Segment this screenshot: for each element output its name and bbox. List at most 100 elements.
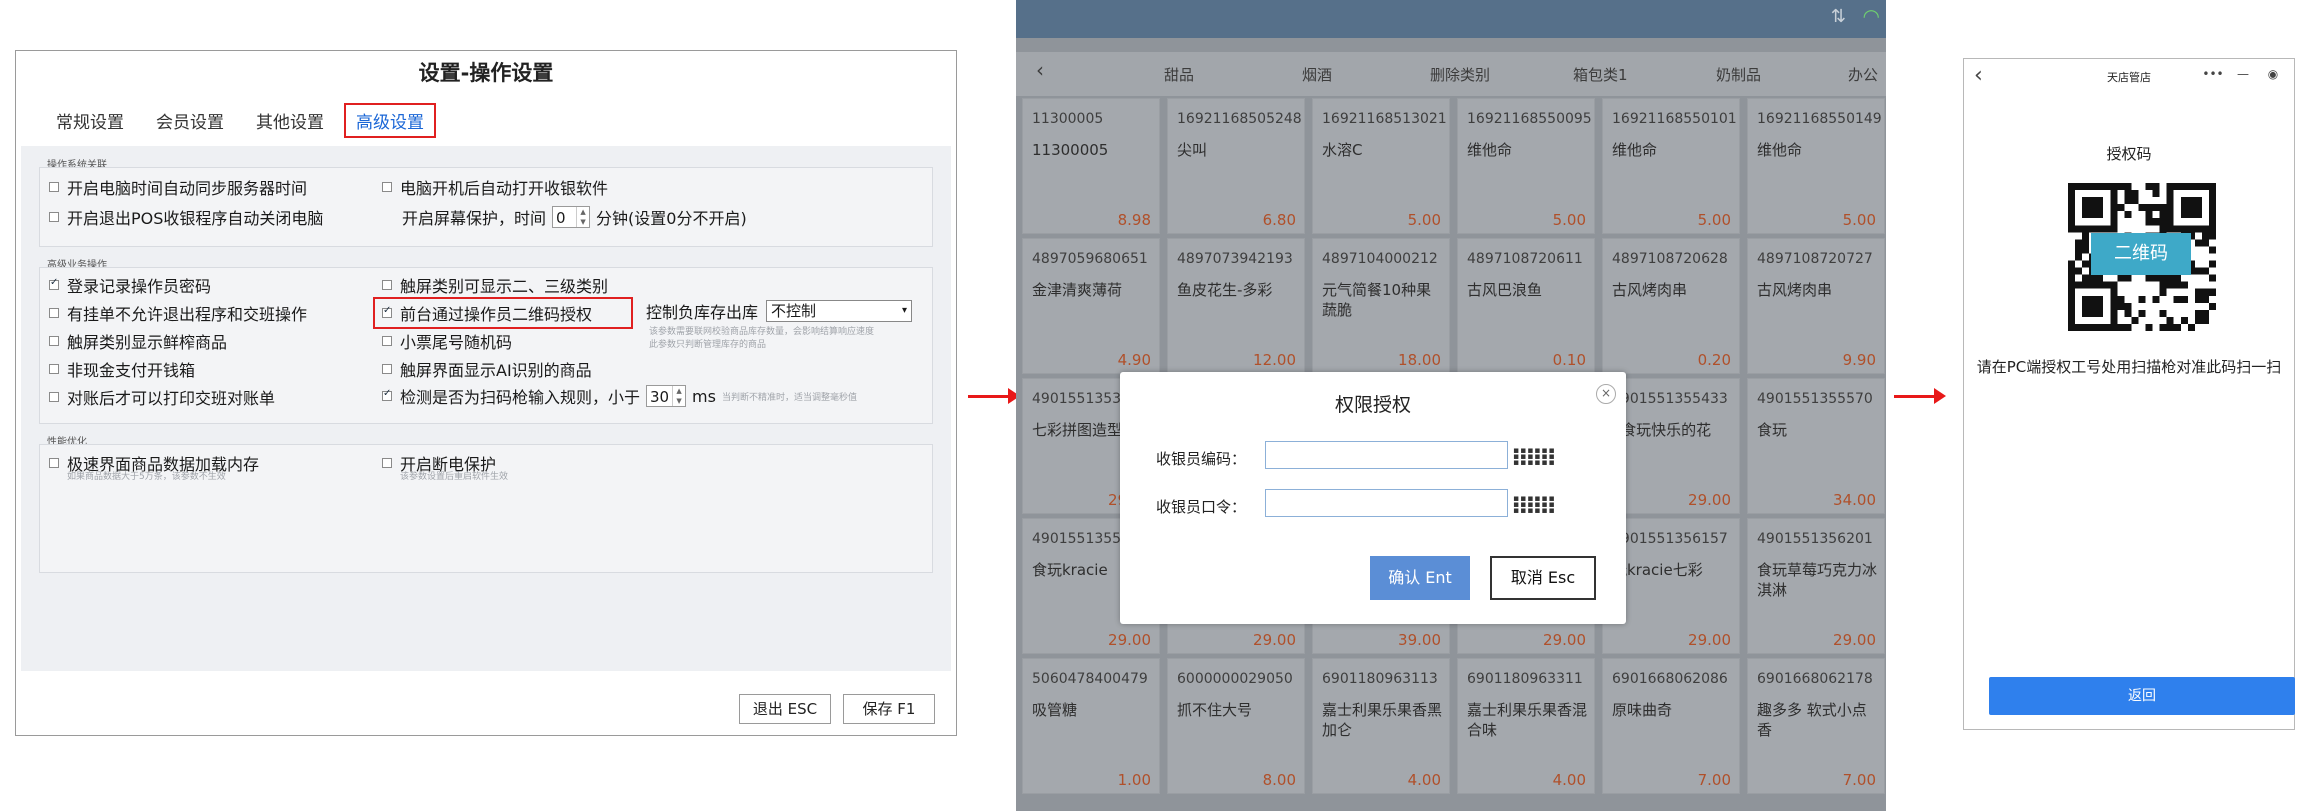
product-card[interactable]: 6901180963311 嘉士利果乐果香混合味 4.00	[1457, 658, 1595, 794]
exit-button[interactable]: 退出 ESC	[739, 694, 831, 724]
option-touch-category[interactable]: 触屏类别可显示二、三级类别	[382, 273, 608, 297]
option-print-reconcile[interactable]: 对账后才可以打印交班对账单	[49, 385, 275, 409]
settings-body: 操作系统关联 开启电脑时间自动同步服务器时间 电脑开机后自动打开收银软件 开启退…	[21, 146, 951, 671]
scanner-hint: 当判断不精准时，适当调整毫秒值	[721, 392, 857, 403]
option-qr-auth[interactable]: 前台通过操作员二维码授权	[382, 301, 592, 325]
product-price: 4.00	[1407, 771, 1441, 789]
checkbox-checked-icon[interactable]	[382, 305, 392, 318]
option-label: 触屏类别显示鲜榨商品	[67, 333, 228, 352]
fast-load-hint: 如果商品数据大于5万条，该参数不生效	[67, 472, 226, 482]
product-price: 9.90	[1842, 351, 1876, 369]
product-price: 5.00	[1697, 211, 1731, 229]
keyboard-icon[interactable]: ▪▪▪▪▪▪ ▪▪▪▪▪▪ ▪▪▪▪▪▪	[1513, 447, 1555, 468]
product-card[interactable]: 5060478400479 吸管糖 1.00	[1022, 658, 1160, 794]
product-card[interactable]: 11300005 11300005 8.98	[1022, 98, 1160, 234]
auth-code-label: 授权码	[2106, 145, 2152, 163]
cancel-button[interactable]: 取消 Esc	[1490, 556, 1596, 600]
category-tab[interactable]: 甜品	[1164, 64, 1194, 85]
option-label: 触屏类别可显示二、三级类别	[400, 277, 609, 296]
close-circle-icon[interactable]: ◉	[2260, 65, 2286, 83]
product-card[interactable]: 16921168513021 水溶C 5.00	[1312, 98, 1450, 234]
product-code: 4901551355433	[1612, 391, 1728, 407]
option-touch-fresh[interactable]: 触屏类别显示鲜榨商品	[49, 329, 227, 353]
cashier-code-input[interactable]	[1265, 441, 1508, 469]
product-card[interactable]: 16921168550095 维他命 5.00	[1457, 98, 1595, 234]
confirm-button[interactable]: 确认 Ent	[1370, 556, 1470, 600]
option-receipt-random[interactable]: 小票尾号随机码	[382, 329, 512, 353]
keyboard-icon[interactable]: ▪▪▪▪▪▪ ▪▪▪▪▪▪ ▪▪▪▪▪▪	[1513, 495, 1555, 516]
option-scanner-rule[interactable]: 检测是否为扫码枪输入规则，小于 30▲▼ ms 当判断不精准时，适当调整毫秒值	[382, 384, 857, 408]
checkbox-icon[interactable]	[382, 336, 392, 346]
tab-other[interactable]: 其他设置	[244, 103, 336, 138]
product-name: 吸管糖	[1032, 701, 1078, 719]
checkbox-icon[interactable]	[382, 364, 392, 374]
product-card[interactable]: 16921168550149 维他命 5.00	[1747, 98, 1885, 234]
product-price: 29.00	[1253, 631, 1296, 649]
save-button[interactable]: 保存 F1	[843, 694, 935, 724]
checkbox-icon[interactable]	[382, 280, 392, 290]
spinner-icon[interactable]: ▲ ▼	[576, 207, 589, 227]
checkbox-icon[interactable]	[382, 458, 392, 468]
option-pending-orders[interactable]: 有挂单不允许退出程序和交班操作	[49, 301, 307, 325]
category-tab[interactable]: 删除类别	[1430, 64, 1490, 85]
minimize-icon[interactable]: —	[2230, 65, 2256, 83]
option-shutdown-on-exit[interactable]: 开启退出POS收银程序自动关闭电脑	[49, 205, 323, 229]
category-tab[interactable]: 箱包类1	[1573, 64, 1628, 85]
tab-advanced[interactable]: 高级设置	[344, 103, 436, 138]
product-card[interactable]: 4897108720628 古风烤肉串 0.20	[1602, 238, 1740, 374]
product-price: 29.00	[1543, 631, 1586, 649]
return-button[interactable]: 返回	[1989, 677, 2295, 715]
checkbox-icon[interactable]	[49, 212, 59, 222]
product-name: 趣多多 软式小点 香	[1757, 701, 1867, 739]
product-card[interactable]: 4897073942193 鱼皮花生-多彩 12.00	[1167, 238, 1305, 374]
option-label: 触屏界面显示AI识别的商品	[400, 361, 592, 380]
option-sync-time[interactable]: 开启电脑时间自动同步服务器时间	[49, 175, 307, 199]
more-icon[interactable]: •••	[2200, 65, 2226, 83]
category-tab[interactable]: 奶制品	[1716, 64, 1761, 85]
option-login-password[interactable]: 登录记录操作员密码	[49, 273, 211, 297]
product-name: 维他命	[1612, 141, 1658, 159]
product-code: 4901551353	[1032, 391, 1122, 407]
spinner-icon[interactable]: ▲ ▼	[672, 386, 685, 406]
product-price: 7.00	[1697, 771, 1731, 789]
category-prev-icon[interactable]: ‹	[1036, 58, 1044, 82]
scanner-ms-input[interactable]: 30 ▲ ▼	[646, 385, 687, 407]
checkbox-icon[interactable]	[49, 308, 59, 318]
option-auto-start[interactable]: 电脑开机后自动打开收银软件	[382, 175, 608, 199]
checkbox-icon[interactable]	[49, 392, 59, 402]
product-card[interactable]: 4897104000212 元气简餐10种果蔬脆 18.00	[1312, 238, 1450, 374]
cashier-pass-input[interactable]	[1265, 489, 1508, 517]
tab-general[interactable]: 常规设置	[44, 103, 136, 138]
tab-member[interactable]: 会员设置	[144, 103, 236, 138]
product-card[interactable]: 16921168505248 尖叫 6.80	[1167, 98, 1305, 234]
checkbox-checked-icon[interactable]	[49, 277, 59, 290]
product-card[interactable]: 4901551356201 食玩草莓巧克力冰淇淋 29.00	[1747, 518, 1885, 654]
product-code: 16921168550101	[1612, 111, 1737, 127]
screensaver-minutes-input[interactable]: 0 ▲ ▼	[552, 206, 591, 228]
checkbox-icon[interactable]	[382, 182, 392, 192]
option-cash-drawer[interactable]: 非现金支付开钱箱	[49, 357, 195, 381]
checkbox-checked-icon[interactable]	[382, 388, 392, 401]
category-tab[interactable]: 办公	[1848, 64, 1878, 85]
checkbox-icon[interactable]	[49, 364, 59, 374]
negative-stock-hint: 该参数需要联网校验商品库存数量，会影响结算响应速度	[649, 327, 875, 337]
product-card[interactable]: 6901668062178 趣多多 软式小点 香 7.00	[1747, 658, 1885, 794]
product-card[interactable]: 4897108720611 古风巴浪鱼 0.10	[1457, 238, 1595, 374]
product-card[interactable]: 6901180963113 嘉士利果乐果香黑加仑 4.00	[1312, 658, 1450, 794]
product-card[interactable]: 4897108720727 古风烤肉串 9.90	[1747, 238, 1885, 374]
product-name: 元气简餐10种果蔬脆	[1322, 281, 1432, 319]
product-card[interactable]: 16921168550101 维他命 5.00	[1602, 98, 1740, 234]
checkbox-icon[interactable]	[49, 458, 59, 468]
category-tab[interactable]: 烟酒	[1302, 64, 1332, 85]
category-bar: ‹ 甜品 烟酒 删除类别 箱包类1 奶制品 办公	[1016, 52, 1886, 96]
product-card[interactable]: 6000000029050 抓不住大号 8.00	[1167, 658, 1305, 794]
option-label: 小票尾号随机码	[400, 333, 513, 352]
close-icon[interactable]: ×	[1596, 384, 1616, 404]
negative-stock-select[interactable]: 不控制 ▾	[766, 300, 913, 322]
product-card[interactable]: 4897059680651 金津清爽薄荷 4.90	[1022, 238, 1160, 374]
checkbox-icon[interactable]	[49, 336, 59, 346]
product-card[interactable]: 4901551355570 食玩 34.00	[1747, 378, 1885, 514]
option-ai-products[interactable]: 触屏界面显示AI识别的商品	[382, 357, 592, 381]
checkbox-icon[interactable]	[49, 182, 59, 192]
product-card[interactable]: 6901668062086 原味曲奇 7.00	[1602, 658, 1740, 794]
